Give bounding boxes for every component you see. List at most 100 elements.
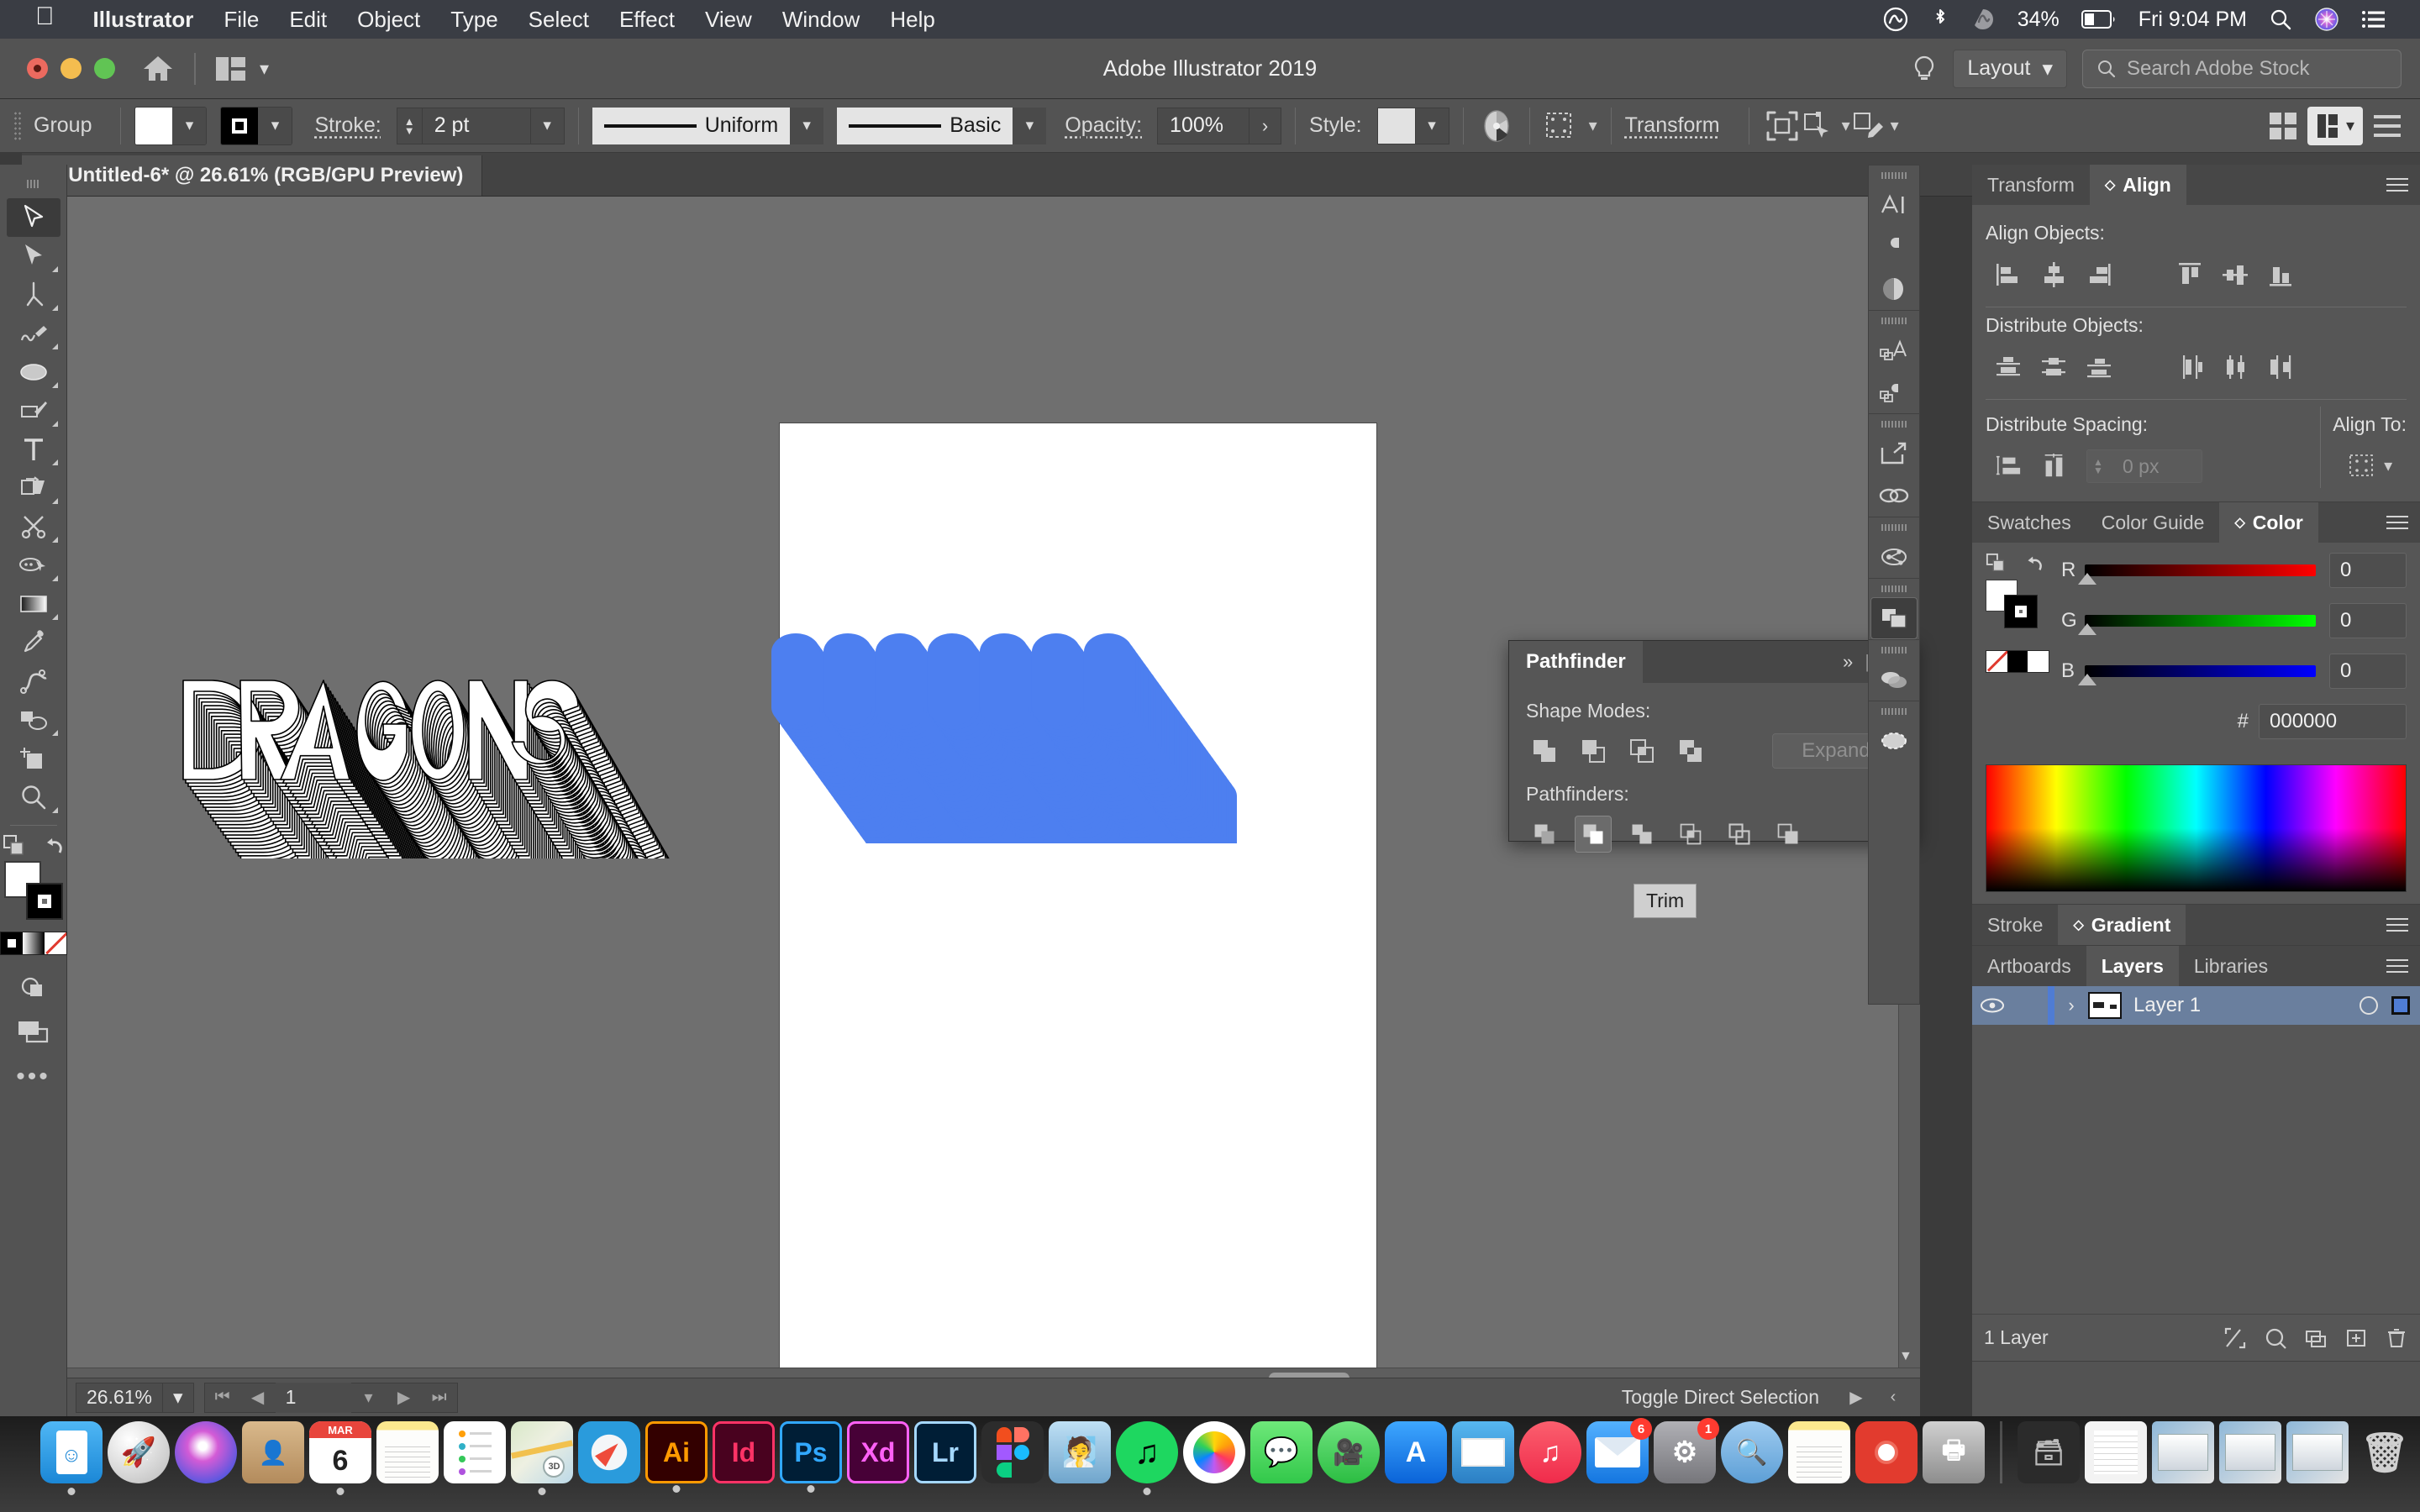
minimize-window-button[interactable]	[60, 58, 82, 79]
tab-swatches[interactable]: Swatches	[1972, 502, 2086, 543]
exclude-icon[interactable]	[1672, 732, 1709, 769]
chevron-down-icon[interactable]: ▾	[260, 58, 269, 80]
chevron-down-icon[interactable]: ▾	[258, 107, 292, 144]
tab-artboards[interactable]: Artboards	[1972, 946, 2086, 986]
pathfinder-panel[interactable]: Pathfinder » | Shape Modes:	[1508, 640, 1918, 853]
symbols-panel-icon[interactable]	[1870, 536, 1918, 578]
chevron-down-icon[interactable]: ▾	[1013, 107, 1047, 144]
table-row[interactable]: › Layer 1	[1972, 986, 2420, 1025]
chevron-down-icon[interactable]: ▾	[2346, 115, 2354, 136]
distribute-horizontal-left-icon[interactable]	[2167, 345, 2212, 389]
dock-item-finder[interactable]: ☺	[40, 1421, 103, 1495]
align-top-icon[interactable]	[2167, 253, 2212, 297]
stroke-swatch[interactable]	[25, 883, 63, 920]
minus-front-icon[interactable]	[1575, 732, 1612, 769]
dock-item-maps[interactable]: 3D	[511, 1421, 573, 1495]
stroke-weight-value[interactable]: 2 pt	[421, 107, 531, 144]
paragraph-styles-icon[interactable]	[1870, 371, 1918, 413]
dock-item-screenshot-1[interactable]	[2152, 1421, 2214, 1483]
color-mode-icon[interactable]	[0, 932, 23, 954]
dock-grip[interactable]	[1881, 647, 1907, 654]
dock-grip[interactable]	[1881, 318, 1907, 324]
artboard-number[interactable]: 1	[275, 1382, 351, 1413]
align-to-selection-icon[interactable]: ▾	[2347, 451, 2392, 480]
asset-export-icon[interactable]	[1870, 433, 1918, 475]
distribute-vertical-bottom-icon[interactable]	[2076, 345, 2122, 389]
create-sublayer-icon[interactable]	[2304, 1326, 2328, 1350]
paintbrush-tool[interactable]	[7, 391, 60, 430]
divide-icon[interactable]	[1526, 816, 1563, 853]
spacing-value[interactable]: 0 px	[2109, 450, 2202, 482]
dock-item-stickies[interactable]	[1788, 1421, 1850, 1483]
menu-window[interactable]: Window	[767, 7, 875, 33]
distribute-vertical-space-icon[interactable]	[1986, 444, 2031, 488]
menu-illustrator[interactable]: Illustrator	[78, 7, 209, 33]
dock-item-trash[interactable]: 🗑	[2354, 1421, 2416, 1483]
make-clipping-mask-icon[interactable]	[2264, 1326, 2287, 1350]
brush-definition-value[interactable]: Basic	[837, 107, 1013, 144]
chevron-down-icon[interactable]: ▾	[530, 107, 565, 144]
dock-item-contacts[interactable]: 👤	[242, 1421, 304, 1483]
properties-icon[interactable]	[2368, 107, 2407, 145]
play-triangle-icon[interactable]: ▶	[1838, 1383, 1875, 1413]
paragraph-panel-icon[interactable]	[1870, 226, 1918, 268]
workspace-layout-icon[interactable]: ▾	[2307, 106, 2363, 145]
dock-item-photos[interactable]	[1183, 1421, 1245, 1483]
dock-item-launchpad[interactable]: 🚀	[108, 1421, 170, 1483]
unite-icon[interactable]	[1526, 732, 1563, 769]
last-artboard-icon[interactable]: ⏭	[422, 1383, 457, 1413]
dock-item-screenshot-2[interactable]	[2219, 1421, 2281, 1483]
stroke-weight-stepper[interactable]: ▲ ▼	[396, 107, 422, 144]
hex-value-field[interactable]: 000000	[2259, 704, 2407, 739]
none-mode-icon[interactable]	[44, 932, 66, 954]
expand-panel-icon[interactable]: »	[1843, 651, 1853, 673]
tab-stroke[interactable]: Stroke	[1972, 905, 2058, 945]
select-similar-icon[interactable]: ▾	[1802, 107, 1850, 145]
dock-item-figma[interactable]	[981, 1421, 1044, 1483]
dock-grip[interactable]	[1881, 585, 1907, 592]
dock-item-documents-stack[interactable]	[2085, 1421, 2147, 1483]
green-slider-track[interactable]	[2078, 615, 2316, 635]
chevron-down-icon[interactable]: ▾	[1842, 115, 1850, 136]
red-slider-thumb[interactable]	[2078, 573, 2096, 585]
image-trace-icon[interactable]	[1870, 720, 1918, 762]
menu-file[interactable]: File	[208, 7, 274, 33]
tab-gradient[interactable]: ◇ Gradient	[2058, 905, 2186, 945]
dock-item-notes[interactable]	[376, 1421, 439, 1483]
distribute-horizontal-right-icon[interactable]	[2258, 345, 2303, 389]
blend-tool[interactable]	[7, 662, 60, 701]
chevron-right-icon[interactable]: ›	[2054, 995, 2088, 1016]
white-swatch-icon[interactable]	[2028, 651, 2049, 672]
dock-item-spotify[interactable]: ♫	[1116, 1421, 1178, 1495]
distribute-horizontal-center-icon[interactable]	[2212, 345, 2258, 389]
chevron-right-icon[interactable]: ›	[1249, 107, 1282, 144]
align-bottom-icon[interactable]	[2258, 253, 2303, 297]
panel-menu-icon[interactable]	[2386, 914, 2408, 936]
align-horizontal-center-icon[interactable]	[2031, 253, 2076, 297]
tab-color-guide[interactable]: Color Guide	[2086, 502, 2220, 543]
align-vertical-center-icon[interactable]	[2212, 253, 2258, 297]
control-center-icon[interactable]	[2361, 9, 2386, 29]
selection-tool[interactable]	[6, 198, 60, 237]
gradient-mode-icon[interactable]	[22, 932, 45, 954]
lightbulb-icon[interactable]	[1911, 55, 1938, 83]
next-artboard-icon[interactable]: ▶	[387, 1383, 422, 1413]
locate-object-icon[interactable]	[2223, 1326, 2247, 1350]
distribute-vertical-top-icon[interactable]	[1986, 345, 2031, 389]
stroke-swatch[interactable]	[221, 107, 259, 144]
isolate-group-icon[interactable]	[1763, 107, 1802, 145]
width-tool[interactable]	[7, 546, 60, 585]
transform-button[interactable]: Transform	[1625, 113, 1720, 138]
panel-menu-icon[interactable]	[2386, 174, 2408, 196]
creative-cloud-icon[interactable]	[1881, 7, 1910, 32]
tab-libraries[interactable]: Libraries	[2179, 946, 2283, 986]
opacity-control[interactable]: 100% ›	[1157, 107, 1282, 144]
stroke-weight-label[interactable]: Stroke:	[314, 113, 381, 138]
dock-item-system-preferences[interactable]: ⚙ 1	[1654, 1418, 1719, 1483]
menu-select[interactable]: Select	[513, 7, 604, 33]
previous-artboard-icon[interactable]: ◀	[240, 1383, 276, 1413]
selected-blue-artwork[interactable]	[765, 583, 1269, 843]
curvature-tool[interactable]	[7, 314, 60, 353]
tab-transform[interactable]: Transform	[1972, 165, 2090, 205]
chevron-down-icon[interactable]: ▾	[790, 107, 824, 144]
